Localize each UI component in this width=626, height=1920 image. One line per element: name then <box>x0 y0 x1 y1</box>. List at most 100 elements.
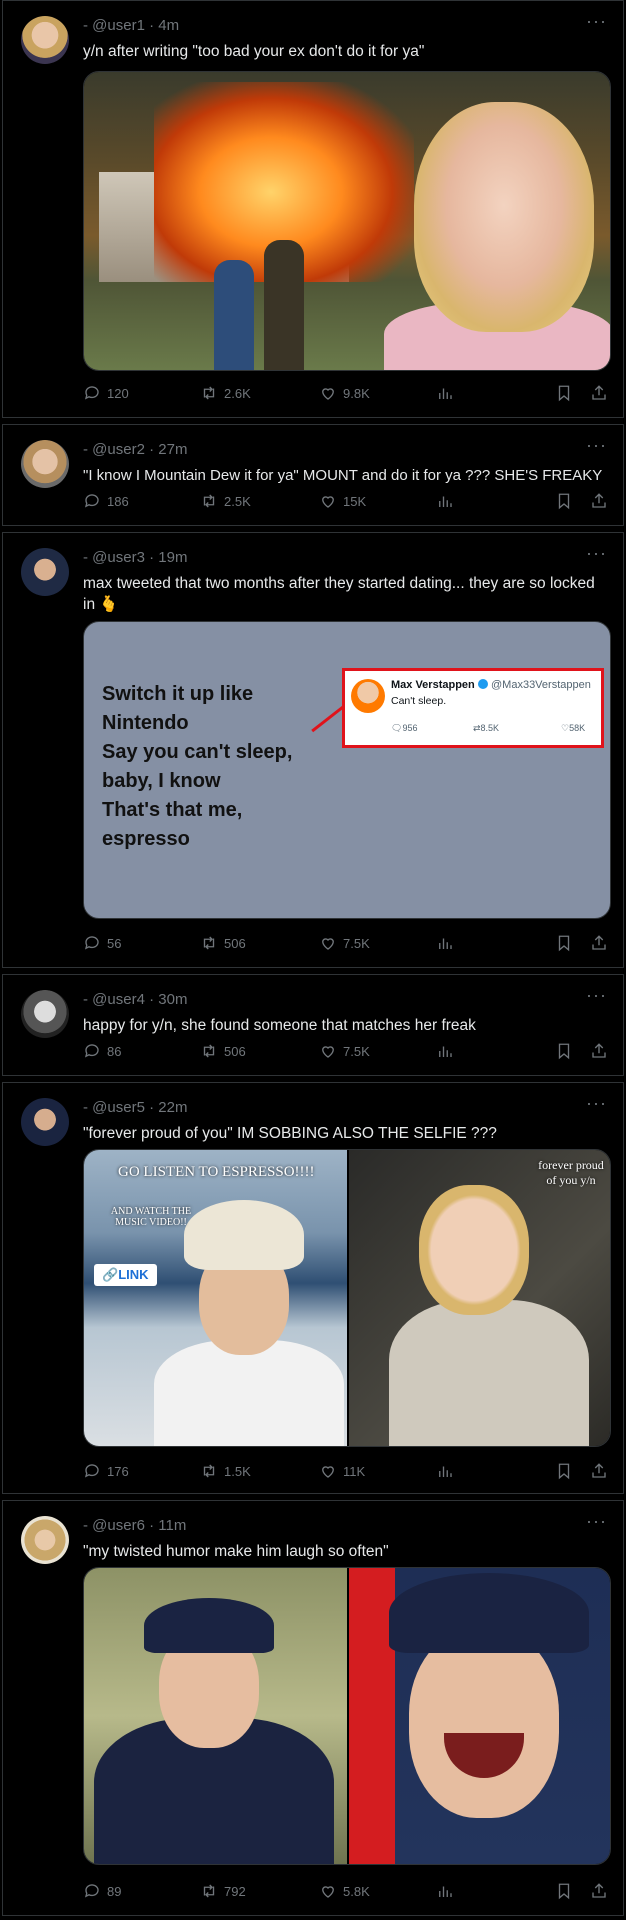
bookmark-icon <box>558 935 570 952</box>
bookmark-button[interactable] <box>555 934 573 952</box>
avatar[interactable] <box>21 440 69 488</box>
like-button[interactable]: 11K <box>319 1462 365 1480</box>
share-button[interactable] <box>590 1462 608 1480</box>
left-photo[interactable] <box>84 1568 347 1864</box>
heart-icon <box>322 496 334 508</box>
link-badge[interactable]: 🔗LINK <box>94 1264 157 1286</box>
avatar[interactable] <box>21 1098 69 1146</box>
repost-button[interactable]: 1.5K <box>200 1462 251 1480</box>
more-options-icon[interactable]: ··· <box>586 1093 607 1114</box>
post-image[interactable] <box>83 71 611 371</box>
share-button[interactable] <box>590 1882 608 1900</box>
username[interactable]: @user5 <box>92 1099 145 1116</box>
post-text: y/n after writing "too bad your ex don't… <box>83 43 425 60</box>
reply-button[interactable]: 89 <box>83 1882 121 1900</box>
views-icon <box>439 388 452 399</box>
avatar[interactable] <box>21 1516 69 1564</box>
post-3[interactable]: - @user3 · 19m ··· max tweeted that two … <box>2 532 624 968</box>
username[interactable]: @user1 <box>92 17 145 34</box>
timestamp[interactable]: 19m <box>158 549 187 566</box>
repost-button[interactable]: 792 <box>200 1882 246 1900</box>
like-button[interactable]: 7.5K <box>319 1042 370 1060</box>
bookmark-button[interactable] <box>555 1462 573 1480</box>
embedded-tweet: Max Verstappen @Max33Verstappen Can't sl… <box>342 668 604 748</box>
bookmark-button[interactable] <box>555 384 573 402</box>
bookmark-icon <box>558 1043 570 1060</box>
right-caption: forever proud of you y/n <box>538 1158 604 1187</box>
timestamp[interactable]: 27m <box>158 441 187 458</box>
repost-button[interactable]: 506 <box>200 1042 246 1060</box>
username[interactable]: @user3 <box>92 549 145 566</box>
timestamp[interactable]: 4m <box>158 17 179 34</box>
views-button[interactable] <box>436 1042 454 1060</box>
username[interactable]: @user6 <box>92 1517 145 1534</box>
share-button[interactable] <box>590 934 608 952</box>
more-options-icon[interactable]: ··· <box>586 985 607 1006</box>
views-button[interactable] <box>436 492 454 510</box>
repost-button[interactable]: 2.5K <box>200 492 251 510</box>
bookmark-button[interactable] <box>555 1042 573 1060</box>
embedded-name: Max Verstappen <box>391 679 488 691</box>
post-text: "my twisted humor make him laugh so ofte… <box>83 1543 389 1560</box>
share-button[interactable] <box>590 1042 608 1060</box>
left-subcaption: AND WATCH THE MUSIC VIDEO!! <box>110 1206 192 1228</box>
post-4[interactable]: - @user4 · 30m ··· happy for y/n, she fo… <box>2 974 624 1076</box>
like-button[interactable]: 9.8K <box>319 384 370 402</box>
reply-icon <box>84 1044 99 1058</box>
avatar[interactable] <box>21 16 69 64</box>
post-actions: 86 506 7.5K <box>83 1042 613 1064</box>
like-button[interactable]: 5.8K <box>319 1882 370 1900</box>
post-5[interactable]: - @user5 · 22m ··· "forever proud of you… <box>2 1082 624 1494</box>
post-image-collage[interactable] <box>83 1567 611 1865</box>
like-button[interactable]: 7.5K <box>319 934 370 952</box>
heart-icon <box>322 1046 334 1058</box>
views-icon <box>439 1046 452 1057</box>
views-button[interactable] <box>436 934 454 952</box>
right-photo[interactable] <box>349 1568 610 1864</box>
avatar[interactable] <box>21 548 69 596</box>
repost-icon <box>203 386 215 400</box>
post-image-collage[interactable]: GO LISTEN TO ESPRESSO!!!! AND WATCH THE … <box>83 1149 611 1447</box>
timestamp[interactable]: 22m <box>158 1099 187 1116</box>
bookmark-button[interactable] <box>555 492 573 510</box>
more-options-icon[interactable]: ··· <box>586 11 607 32</box>
username[interactable]: @user2 <box>92 441 145 458</box>
views-icon <box>439 938 452 949</box>
post-2[interactable]: - @user2 · 27m ··· "I know I Mountain De… <box>2 424 624 526</box>
bookmark-button[interactable] <box>555 1882 573 1900</box>
reply-button[interactable]: 186 <box>83 492 129 510</box>
embedded-handle: @Max33Verstappen <box>491 679 591 691</box>
more-options-icon[interactable]: ··· <box>586 435 607 456</box>
repost-button[interactable]: 506 <box>200 934 246 952</box>
views-button[interactable] <box>436 384 454 402</box>
timestamp[interactable]: 11m <box>158 1517 186 1534</box>
reply-button[interactable]: 86 <box>83 1042 121 1060</box>
more-options-icon[interactable]: ··· <box>586 543 607 564</box>
share-button[interactable] <box>590 384 608 402</box>
post-meta: - @user1 · 4m <box>83 17 180 34</box>
share-icon <box>592 493 606 508</box>
post-image[interactable]: Switch it up like Nintendo Say you can't… <box>83 621 611 919</box>
share-button[interactable] <box>590 492 608 510</box>
more-options-icon[interactable]: ··· <box>586 1511 607 1532</box>
verified-icon <box>477 679 488 689</box>
heart-icon <box>322 1886 334 1898</box>
post-text: happy for y/n, she found someone that ma… <box>83 1017 476 1034</box>
username[interactable]: @user4 <box>92 991 145 1008</box>
right-photo[interactable]: forever proud of you y/n <box>349 1150 610 1446</box>
reply-button[interactable]: 56 <box>83 934 121 952</box>
reply-button[interactable]: 176 <box>83 1462 129 1480</box>
views-icon <box>439 496 452 507</box>
left-photo[interactable]: GO LISTEN TO ESPRESSO!!!! AND WATCH THE … <box>84 1150 347 1446</box>
post-6[interactable]: - @user6 · 11m ··· "my twisted humor mak… <box>2 1500 624 1916</box>
repost-button[interactable]: 2.6K <box>200 384 251 402</box>
views-button[interactable] <box>436 1882 454 1900</box>
views-button[interactable] <box>436 1462 454 1480</box>
timestamp[interactable]: 30m <box>158 991 187 1008</box>
heart-icon <box>322 938 334 950</box>
reply-button[interactable]: 120 <box>83 384 129 402</box>
post-1[interactable]: - @user1 · 4m ··· y/n after writing "too… <box>2 0 624 418</box>
avatar[interactable] <box>21 990 69 1038</box>
share-icon <box>592 1463 606 1478</box>
like-button[interactable]: 15K <box>319 492 366 510</box>
